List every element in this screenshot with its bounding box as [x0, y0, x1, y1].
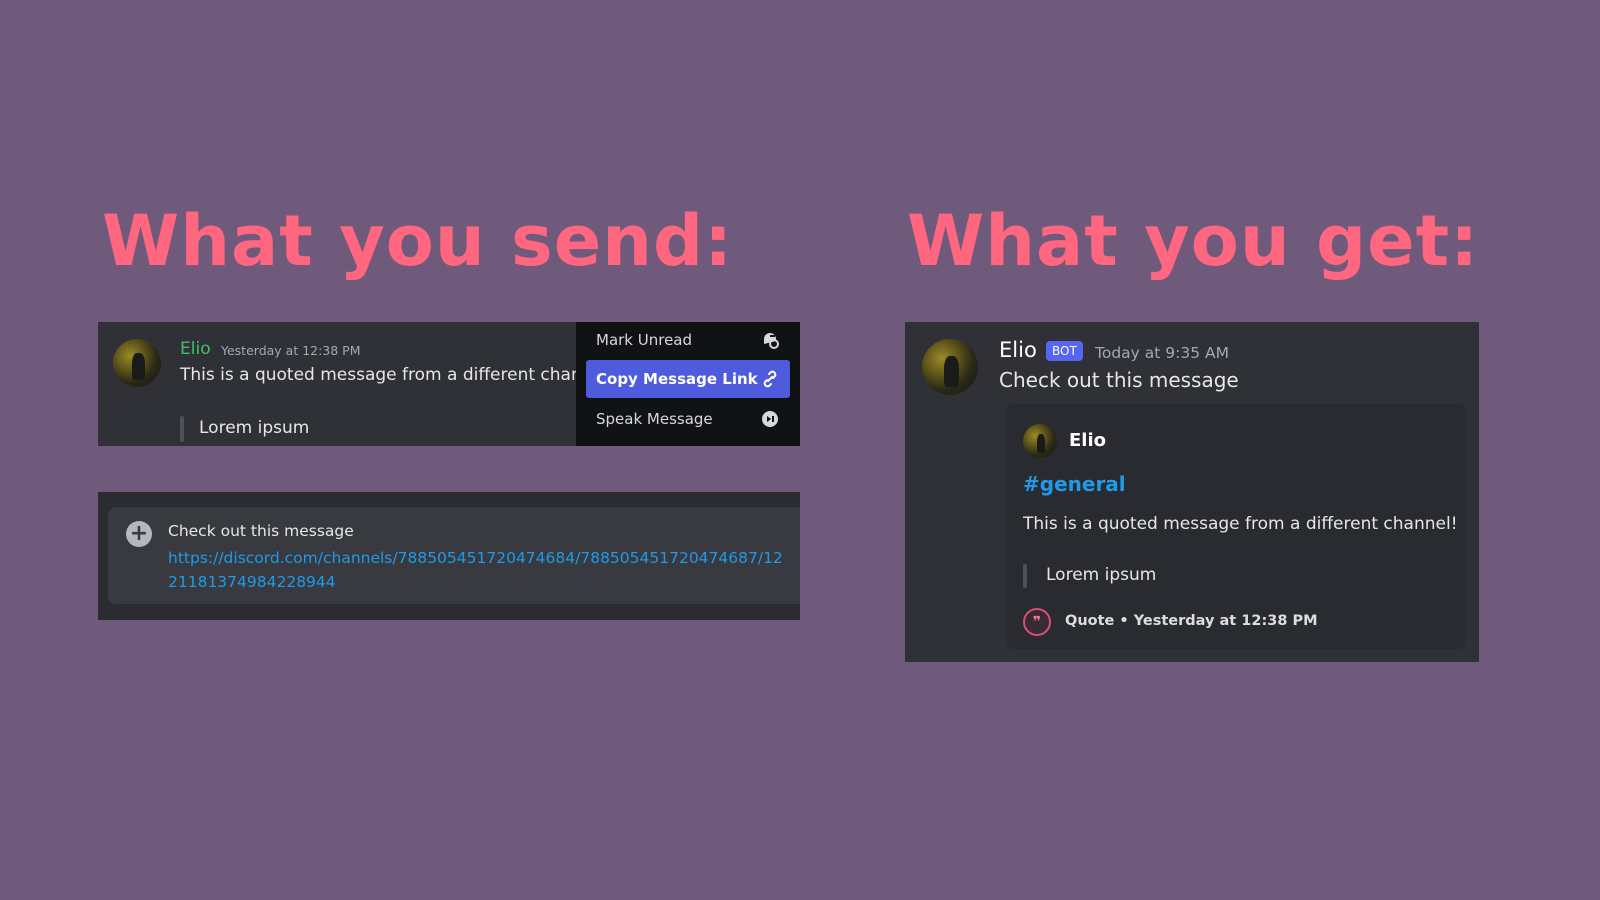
embed-footer: Quote • Yesterday at 12:38 PM: [1065, 613, 1318, 629]
link-icon: [760, 369, 780, 389]
message-composer: + Check out this message https://discord…: [98, 492, 800, 620]
menu-item-label: Mark Unread: [596, 331, 693, 349]
mark-unread-icon: [760, 330, 780, 350]
message-text: This is a quoted message from a differen…: [180, 365, 603, 385]
quote-text: Lorem ipsum: [199, 418, 310, 438]
bot-message: Elio BOT Today at 9:35 AM Check out this…: [905, 322, 1479, 662]
embed-author[interactable]: Elio: [1069, 430, 1106, 451]
menu-item-copy-message-link[interactable]: Copy Message Link: [586, 360, 790, 398]
heading-what-you-send: What you send:: [102, 200, 734, 282]
embed-channel-link[interactable]: #general: [1023, 472, 1126, 496]
embed-description: This is a quoted message from a differen…: [1023, 514, 1458, 534]
message-timestamp: Today at 9:35 AM: [1095, 344, 1229, 362]
quote-text: Lorem ipsum: [1046, 565, 1157, 585]
message-username[interactable]: Elio: [180, 339, 211, 359]
quote-bar: [1023, 564, 1027, 588]
menu-item-mark-unread[interactable]: Mark Unread: [586, 322, 790, 358]
add-attachment-button[interactable]: +: [126, 521, 152, 547]
composer-link[interactable]: https://discord.com/channels/78850545172…: [168, 546, 788, 594]
quote-icon: ❞: [1023, 608, 1051, 636]
composer-input[interactable]: + Check out this message https://discord…: [108, 507, 800, 604]
bot-badge: BOT: [1046, 341, 1083, 361]
embed-author-avatar: [1023, 424, 1057, 458]
message-username[interactable]: Elio: [999, 338, 1037, 362]
message-timestamp: Yesterday at 12:38 PM: [221, 343, 361, 358]
message-text: Check out this message: [999, 368, 1239, 392]
message-context-menu: Mark Unread Copy Message Link Speak Mess…: [576, 322, 800, 446]
avatar[interactable]: [922, 339, 978, 395]
quote-bar: [180, 416, 184, 442]
speak-icon: [760, 409, 780, 429]
menu-item-speak-message[interactable]: Speak Message: [586, 400, 790, 438]
heading-what-you-get: What you get:: [907, 200, 1480, 282]
avatar[interactable]: [113, 339, 161, 387]
quote-embed: Elio #general This is a quoted message f…: [1007, 404, 1465, 649]
menu-item-label: Speak Message: [596, 410, 713, 428]
composer-text[interactable]: Check out this message: [168, 522, 354, 540]
menu-item-label: Copy Message Link: [596, 370, 758, 388]
